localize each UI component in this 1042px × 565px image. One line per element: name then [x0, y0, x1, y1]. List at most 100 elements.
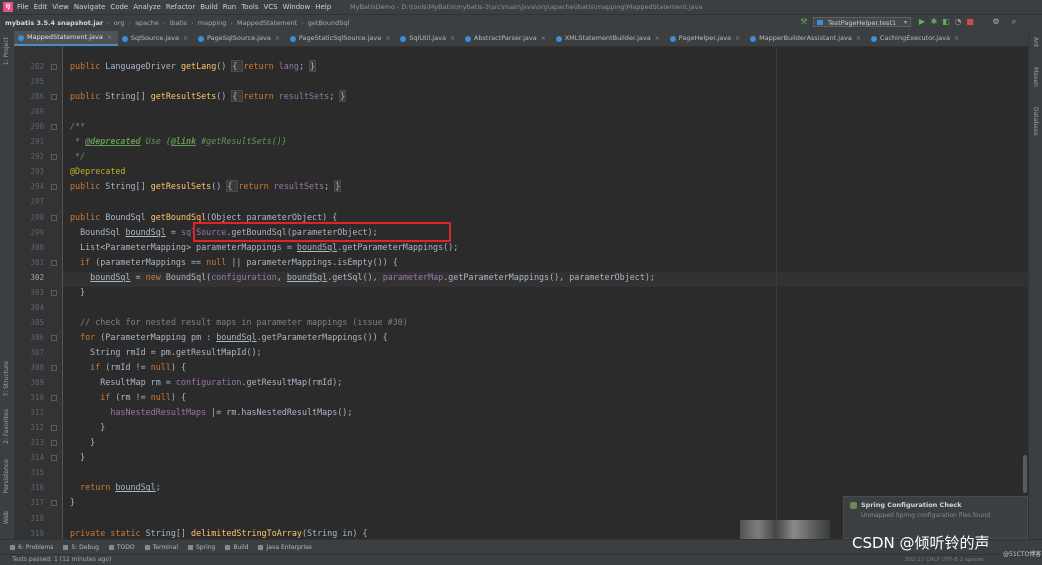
menu-window[interactable]: Window: [283, 3, 311, 11]
editor-tab[interactable]: MappedStatement.java ×: [14, 31, 118, 46]
stop-icon[interactable]: ■: [966, 18, 974, 26]
search-everywhere-icon[interactable]: ⌕: [1010, 18, 1018, 26]
debug-icon[interactable]: ✱: [930, 18, 938, 26]
tool-window-button[interactable]: Spring: [187, 544, 215, 551]
menu-file[interactable]: File: [17, 3, 29, 11]
project-tool-button[interactable]: 1: Project: [3, 37, 10, 65]
editor-tab[interactable]: SqlUtil.java ×: [396, 31, 461, 46]
tool-window-button[interactable]: Terminal: [144, 544, 178, 551]
editor-tab[interactable]: SqlSource.java ×: [118, 31, 194, 46]
code-line[interactable]: }: [70, 420, 105, 435]
settings-icon[interactable]: ⚙: [992, 18, 1000, 26]
code-line[interactable]: */: [70, 149, 85, 164]
editor-tab[interactable]: PageHelper.java ×: [666, 31, 746, 46]
breadcrumb-mapping[interactable]: › mapping: [187, 19, 226, 27]
close-icon[interactable]: ×: [541, 31, 546, 46]
close-icon[interactable]: ×: [450, 31, 455, 46]
code-line[interactable]: public String[] getResulSets() { return …: [70, 179, 342, 194]
line-number[interactable]: 297: [14, 197, 44, 206]
line-number[interactable]: 282: [14, 62, 44, 71]
line-number[interactable]: 298: [14, 213, 44, 222]
line-number[interactable]: 301: [14, 258, 44, 267]
close-icon[interactable]: ×: [107, 31, 112, 45]
notification-body[interactable]: Unmapped Spring configuration files foun…: [861, 512, 990, 519]
tool-window-button[interactable]: Java Enterprise: [258, 544, 312, 551]
line-number[interactable]: 290: [14, 122, 44, 131]
line-number[interactable]: 308: [14, 363, 44, 372]
code-line[interactable]: for (ParameterMapping pm : boundSql.getP…: [70, 330, 388, 345]
code-line[interactable]: String rmId = pm.getResultMapId();: [70, 345, 261, 360]
menu-tools[interactable]: Tools: [241, 3, 258, 11]
line-number[interactable]: 317: [14, 498, 44, 507]
line-number[interactable]: 306: [14, 333, 44, 342]
line-number[interactable]: 314: [14, 453, 44, 462]
editor-tab[interactable]: PageSqlSource.java ×: [194, 31, 286, 46]
line-number[interactable]: 299: [14, 228, 44, 237]
persistence-tool-button[interactable]: Persistence: [3, 459, 10, 493]
line-number[interactable]: 286: [14, 92, 44, 101]
breadcrumb-class[interactable]: › MappedStatement: [226, 19, 297, 27]
code-line[interactable]: * @deprecated Use {@link #getResultSets(…: [70, 134, 287, 149]
line-number[interactable]: 292: [14, 152, 44, 161]
code-line[interactable]: @Deprecated: [70, 164, 125, 179]
code-line[interactable]: hasNestedResultMaps |= rm.hasNestedResul…: [70, 405, 352, 420]
editor-tab[interactable]: CachingExecutor.java ×: [867, 31, 965, 46]
line-number[interactable]: 305: [14, 318, 44, 327]
fold-marker-icon[interactable]: [51, 154, 57, 161]
menu-analyze[interactable]: Analyze: [133, 3, 161, 11]
tool-window-button[interactable]: TODO: [108, 544, 135, 551]
editor-tab[interactable]: AbstractParser.java ×: [461, 31, 552, 46]
line-number[interactable]: 318: [14, 514, 44, 523]
menu-run[interactable]: Run: [223, 3, 236, 11]
fold-marker-icon[interactable]: [51, 124, 57, 131]
web-tool-button[interactable]: Web: [3, 511, 10, 524]
close-icon[interactable]: ×: [655, 31, 660, 46]
line-number[interactable]: 315: [14, 468, 44, 477]
code-line[interactable]: return boundSql;: [70, 480, 161, 495]
line-number[interactable]: 310: [14, 393, 44, 402]
close-icon[interactable]: ×: [183, 31, 188, 46]
fold-marker-icon[interactable]: [51, 395, 57, 402]
line-number[interactable]: 313: [14, 438, 44, 447]
line-number[interactable]: 285: [14, 77, 44, 86]
build-hammer-icon[interactable]: ⚒: [800, 18, 808, 26]
code-line[interactable]: ResultMap rm = configuration.getResultMa…: [70, 375, 342, 390]
fold-marker-icon[interactable]: [51, 64, 57, 70]
editor-scrollbar[interactable]: [1023, 455, 1027, 493]
line-number[interactable]: 300: [14, 243, 44, 252]
code-line[interactable]: if (rm != null) {: [70, 390, 186, 405]
editor-tab[interactable]: MapperBuilderAssistant.java ×: [746, 31, 867, 46]
line-number[interactable]: 291: [14, 137, 44, 146]
editor-tab[interactable]: XMLStatementBuilder.java ×: [552, 31, 666, 46]
line-number[interactable]: 304: [14, 303, 44, 312]
code-line[interactable]: if (parameterMappings == null || paramet…: [70, 255, 398, 270]
fold-marker-icon[interactable]: [51, 500, 57, 507]
code-line[interactable]: }: [70, 285, 85, 300]
breadcrumb-ibatis[interactable]: › ibatis: [159, 19, 187, 27]
fold-marker-icon[interactable]: [51, 214, 57, 221]
tool-window-button[interactable]: Build: [225, 544, 248, 551]
code-line[interactable]: }: [70, 435, 95, 450]
structure-tool-button[interactable]: 7: Structure: [3, 361, 10, 397]
run-icon[interactable]: ▶: [918, 18, 926, 26]
fold-marker-icon[interactable]: [51, 425, 57, 432]
close-icon[interactable]: ×: [275, 31, 280, 46]
code-line[interactable]: /**: [70, 119, 85, 134]
menu-help[interactable]: Help: [315, 3, 331, 11]
profile-icon[interactable]: ◔: [954, 18, 962, 26]
breadcrumb-apache[interactable]: › apache: [124, 19, 158, 27]
line-number[interactable]: 303: [14, 288, 44, 297]
fold-marker-icon[interactable]: [51, 94, 57, 101]
close-icon[interactable]: ×: [856, 31, 861, 46]
menu-view[interactable]: View: [52, 3, 69, 11]
menu-build[interactable]: Build: [200, 3, 218, 11]
line-number[interactable]: 319: [14, 529, 44, 538]
line-number[interactable]: 302: [14, 273, 44, 282]
line-number[interactable]: 316: [14, 483, 44, 492]
menu-code[interactable]: Code: [110, 3, 128, 11]
close-icon[interactable]: ×: [735, 31, 740, 46]
tool-window-button[interactable]: 5: Debug: [63, 544, 99, 551]
maven-tool-button[interactable]: Maven: [1032, 67, 1039, 87]
run-config-select[interactable]: TestPageHelper.test1 ▾: [813, 17, 911, 27]
fold-marker-icon[interactable]: [51, 440, 57, 447]
